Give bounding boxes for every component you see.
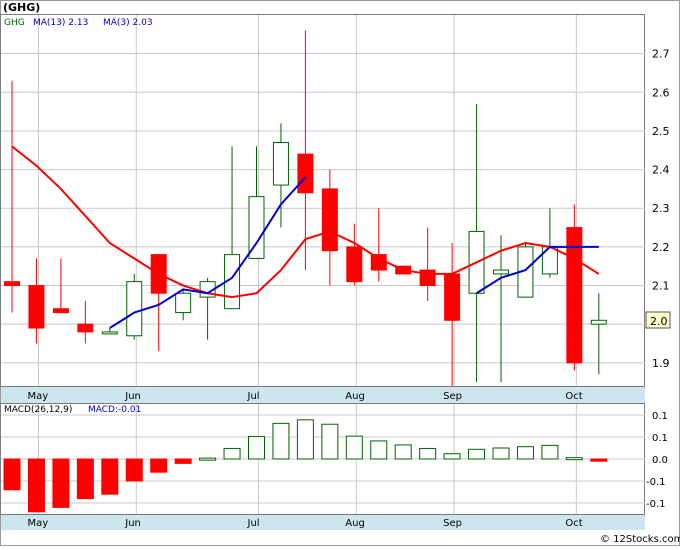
x-tick-label: Sep	[443, 391, 462, 402]
candle-down	[321, 188, 338, 252]
macd-x-tick-label: Oct	[565, 518, 582, 529]
macd-bar-positive	[345, 435, 363, 460]
legend-ma3: MA(3) 2.03	[103, 18, 153, 28]
macd-legend-params: MACD(26,12,9)	[4, 405, 72, 415]
price-x-axis-band	[1, 387, 645, 403]
x-tick-label: Oct	[565, 391, 582, 402]
macd-bar-negative	[125, 458, 143, 482]
macd-x-tick-label: Jun	[124, 518, 141, 529]
macd-y-tick-label: 0.1	[652, 411, 668, 422]
macd-x-tick-label: Aug	[345, 518, 365, 529]
y-tick-label: 2.3	[652, 202, 670, 215]
candle-up	[272, 142, 289, 186]
y-tick-label: 2.4	[652, 164, 670, 177]
candle-up	[126, 281, 143, 337]
macd-bar-negative	[52, 458, 70, 508]
candle-down	[77, 323, 94, 333]
macd-bar-positive	[321, 423, 339, 460]
y-tick-label: 2.7	[652, 48, 670, 61]
candle-down	[52, 308, 69, 314]
macd-bar-positive	[272, 422, 290, 460]
macd-bar-positive	[248, 436, 265, 460]
macd-bar-positive	[199, 457, 217, 461]
macd-x-axis-band	[1, 515, 645, 530]
macd-bar-positive	[223, 447, 241, 460]
macd-legend-value: MACD:-0.01	[88, 405, 141, 415]
legend-ma13: MA(13) 2.13	[33, 18, 88, 28]
macd-bar-positive	[419, 447, 437, 460]
x-tick-label: Jul	[247, 391, 260, 402]
macd-bar-positive	[541, 444, 559, 460]
y-tick-label: 1.9	[652, 357, 670, 370]
macd-bar-positive	[492, 447, 510, 460]
y-tick-label: 2.5	[652, 125, 670, 138]
macd-x-tick-label: Jul	[247, 518, 260, 529]
y-tick-label: 2.1	[652, 280, 670, 293]
macd-bar-positive	[468, 448, 486, 460]
macd-y-tick-label: 0.1	[652, 433, 668, 444]
macd-bar-negative	[27, 458, 45, 513]
macd-bar-positive	[565, 457, 583, 461]
macd-bar-positive	[296, 419, 314, 460]
macd-y-tick-label: -0.1	[646, 477, 666, 488]
candle-down	[444, 273, 461, 321]
last-price-label: 2.0	[650, 315, 668, 328]
macd-bar-positive	[443, 453, 461, 460]
macd-y-tick-label: -0.1	[646, 499, 666, 510]
candle-down	[28, 285, 45, 329]
candle-up	[493, 269, 509, 275]
chart-title: (GHG)	[3, 1, 40, 14]
macd-x-tick-label: Sep	[443, 518, 462, 529]
macd-bar-negative	[150, 458, 168, 473]
macd-bar-positive	[394, 444, 412, 460]
macd-bar-negative	[590, 458, 608, 462]
macd-x-tick-label: May	[27, 518, 48, 529]
candle-up	[590, 319, 607, 325]
macd-bar-positive	[516, 446, 534, 460]
x-tick-label: Aug	[345, 391, 365, 402]
candle-down	[346, 246, 363, 283]
candle-down	[370, 254, 387, 271]
candle-up	[175, 292, 192, 314]
x-tick-label: Jun	[124, 391, 141, 402]
y-tick-label: 2.6	[652, 86, 670, 99]
macd-y-tick-label: 0.0	[652, 455, 668, 466]
chart-canvas: May May Jun Jun Jul Jul Aug Aug Sep Sep Oct Oct 1.9 2…	[0, 0, 680, 546]
watermark: © 12Stocks.com	[600, 534, 680, 545]
macd-bar-negative	[3, 458, 21, 491]
candle-down	[297, 153, 314, 194]
y-tick-label: 2.2	[652, 241, 670, 254]
macd-bar-negative	[174, 458, 192, 464]
stock-chart: May May Jun Jun Jul Jul Aug Aug Sep Sep Oct Oct 1.9 2…	[0, 0, 680, 546]
x-tick-label: May	[27, 391, 48, 402]
legend-symbol: GHG	[4, 18, 25, 28]
macd-bar-negative	[101, 458, 119, 495]
macd-bar-negative	[76, 458, 94, 500]
candle-up	[101, 331, 118, 335]
macd-bar-positive	[370, 440, 388, 460]
candle-down	[4, 281, 20, 287]
